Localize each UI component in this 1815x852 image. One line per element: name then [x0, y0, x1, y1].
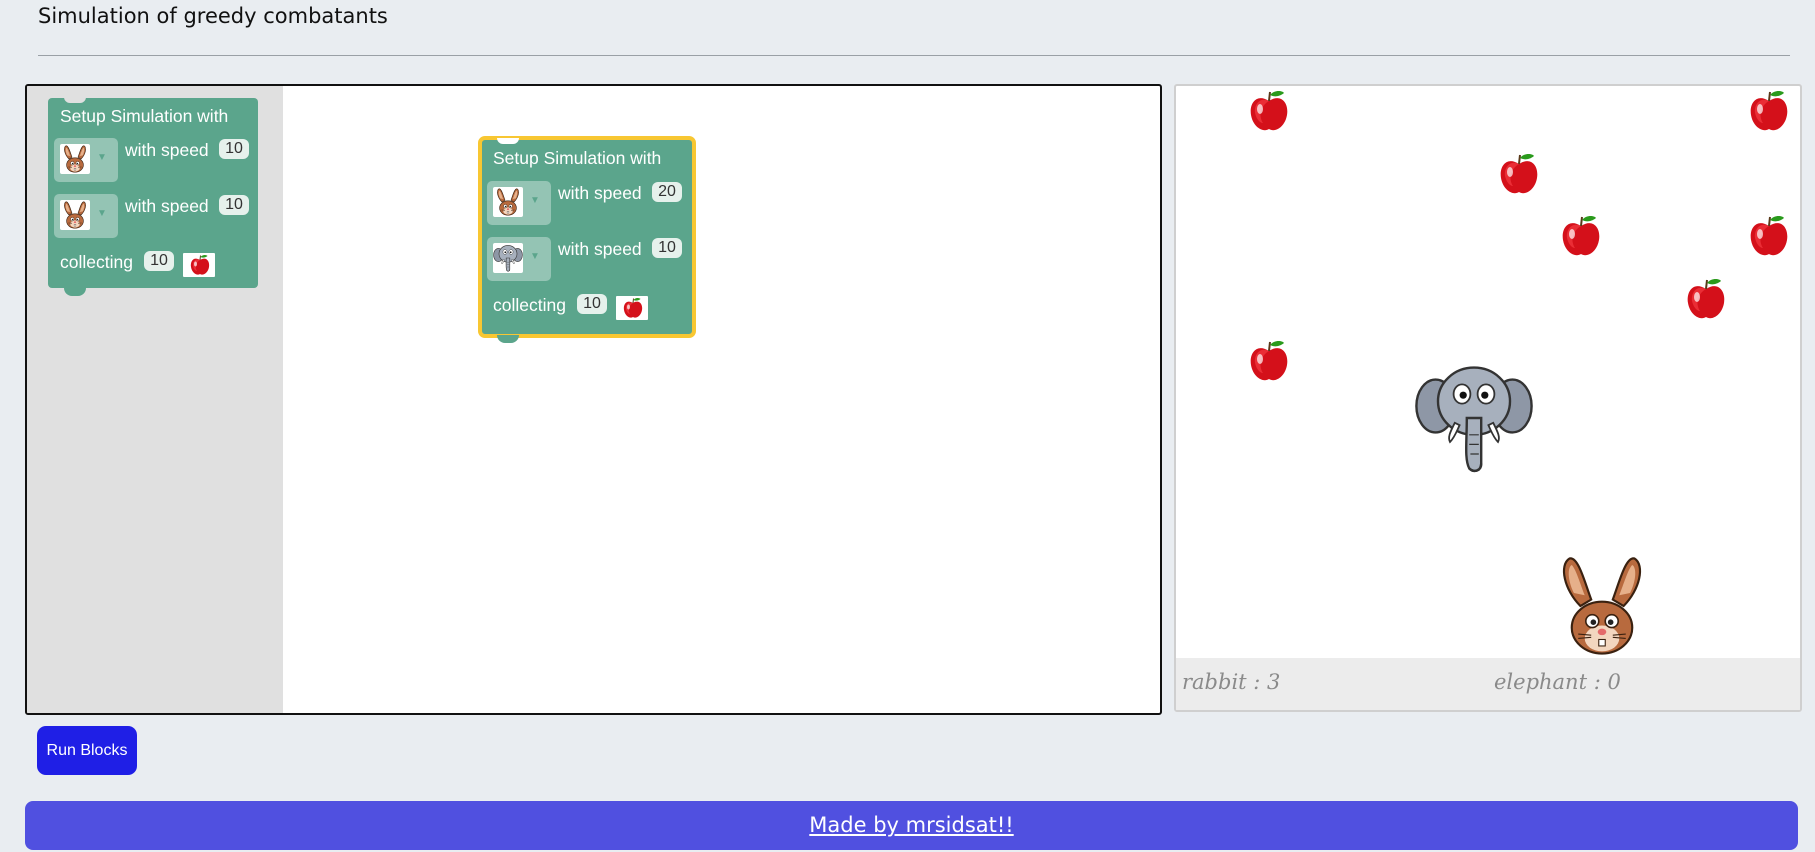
elephant-icon: [1409, 358, 1539, 478]
workspace-setup-simulation-block[interactable]: Setup Simulation with ▼ with speed 20 ▼ …: [478, 136, 696, 343]
speed-label-2: with speed: [558, 239, 642, 259]
collecting-label: collecting: [60, 252, 133, 272]
title-divider: [38, 55, 1790, 56]
block-header: Setup Simulation with: [493, 148, 662, 168]
run-blocks-button[interactable]: Run Blocks: [37, 726, 137, 775]
apple-icon: [1249, 89, 1289, 133]
rabbit-icon: [60, 200, 90, 230]
animal-dropdown-2[interactable]: ▼: [487, 237, 551, 281]
block-notch-top: [64, 97, 86, 103]
block-header: Setup Simulation with: [60, 106, 229, 126]
collecting-label: collecting: [493, 295, 566, 315]
speed-input-1[interactable]: 20: [652, 182, 682, 202]
collect-item-field[interactable]: [183, 253, 215, 277]
apple-icon: [1749, 214, 1789, 258]
elephant-icon: [493, 243, 523, 273]
animal-dropdown-2[interactable]: ▼: [54, 194, 118, 238]
collect-count-input[interactable]: 10: [577, 294, 607, 314]
chevron-down-icon: ▼: [530, 251, 540, 262]
speed-label-1: with speed: [125, 140, 209, 160]
apple-icon: [1499, 152, 1539, 196]
block-toolbox[interactable]: Setup Simulation with ▼ with speed 10 ▼ …: [27, 86, 283, 713]
blockly-workspace[interactable]: Setup Simulation with ▼ with speed 10 ▼ …: [25, 84, 1162, 715]
chevron-down-icon: ▼: [97, 152, 107, 163]
animal-dropdown-1[interactable]: ▼: [54, 138, 118, 182]
block-notch-bottom: [64, 288, 86, 296]
rabbit-score: rabbit : 3: [1182, 670, 1281, 694]
toolbox-setup-simulation-block[interactable]: Setup Simulation with ▼ with speed 10 ▼ …: [48, 97, 258, 296]
apple-icon: [1561, 214, 1601, 258]
chevron-down-icon: ▼: [530, 195, 540, 206]
speed-label-2: with speed: [125, 196, 209, 216]
speed-input-2[interactable]: 10: [219, 195, 249, 215]
collect-count-input[interactable]: 10: [144, 251, 174, 271]
page-title: Simulation of greedy combatants: [38, 4, 388, 28]
apple-icon: [1749, 89, 1789, 133]
block-notch-bottom: [497, 335, 519, 343]
apple-icon: [623, 297, 643, 319]
speed-label-1: with speed: [558, 183, 642, 203]
rabbit-icon: [1543, 552, 1661, 660]
block-notch-top: [497, 138, 519, 144]
rabbit-icon: [60, 144, 90, 174]
speed-input-1[interactable]: 10: [219, 139, 249, 159]
speed-input-2[interactable]: 10: [652, 238, 682, 258]
score-bar: rabbit : 3 elephant : 0: [1176, 658, 1800, 710]
simulation-canvas: rabbit : 3 elephant : 0: [1174, 84, 1802, 712]
animal-dropdown-1[interactable]: ▼: [487, 181, 551, 225]
elephant-score: elephant : 0: [1494, 670, 1621, 694]
rabbit-icon: [493, 187, 523, 217]
footer-banner: Made by mrsidsat!!: [25, 801, 1798, 850]
collect-item-field[interactable]: [616, 296, 648, 320]
apple-icon: [190, 254, 210, 276]
apple-icon: [1686, 277, 1726, 321]
author-link[interactable]: Made by mrsidsat!!: [809, 813, 1013, 837]
apple-icon: [1249, 339, 1289, 383]
chevron-down-icon: ▼: [97, 208, 107, 219]
